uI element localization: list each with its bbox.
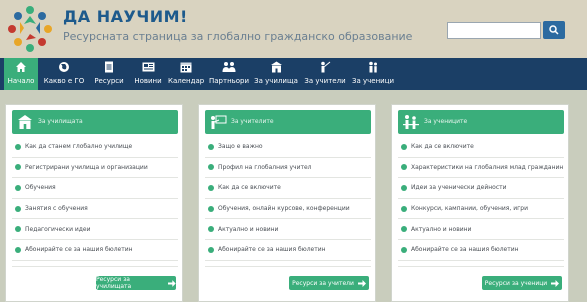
list-item[interactable]: Актуално и новини xyxy=(398,219,564,240)
resources-button[interactable]: Ресурси за учители xyxy=(289,276,369,290)
panel-schools: За училищата Как да станем глобално учил… xyxy=(5,104,183,302)
nav-label: Календар xyxy=(168,77,205,85)
nav-item-partners[interactable]: Партньори xyxy=(209,58,249,90)
nav-label: Ресурси xyxy=(94,77,124,85)
panel-students: За учениците Как да се включите Характер… xyxy=(391,104,569,302)
nav-item-what-is-ge[interactable]: Какво е ГО xyxy=(42,58,86,90)
list-item[interactable]: Занятия с обучения xyxy=(12,199,178,220)
search-button[interactable] xyxy=(543,21,565,39)
bullet-icon xyxy=(15,143,21,150)
button-label: Ресурси за учители xyxy=(292,279,354,287)
panel-divider xyxy=(12,266,178,267)
list-item[interactable]: Обучения, онлайн курсове, конференции xyxy=(205,199,371,220)
bullet-icon xyxy=(208,164,214,171)
panel-teachers: За учителите Защо е важно Профил на глоб… xyxy=(198,104,376,302)
panel-header: За учителите xyxy=(205,110,371,134)
list-item[interactable]: Профил на глобалния учител xyxy=(205,158,371,179)
panel-link-list: Как да станем глобално училище Регистрир… xyxy=(12,137,178,261)
panel-divider xyxy=(398,266,564,267)
search-icon xyxy=(549,25,559,35)
panel-header: За учениците xyxy=(398,110,564,134)
nav-item-for-students[interactable]: За ученици xyxy=(351,58,395,90)
arrow-right-icon xyxy=(168,279,176,287)
people-icon xyxy=(222,62,236,72)
nav-label: Начало xyxy=(7,77,35,85)
bullet-icon xyxy=(208,246,214,253)
students-icon xyxy=(403,115,419,129)
school-icon xyxy=(18,115,32,129)
bullet-icon xyxy=(401,226,407,233)
list-item[interactable]: Абонирайте се за нашия бюлетин xyxy=(205,240,371,261)
arrow-right-icon xyxy=(551,279,560,287)
students-icon xyxy=(369,61,377,73)
list-item[interactable]: Характеристики на глобалния млад граждан… xyxy=(398,158,564,179)
nav-item-for-schools[interactable]: За училища xyxy=(254,58,298,90)
bullet-icon xyxy=(401,143,407,150)
school-icon xyxy=(270,61,282,73)
teacher-icon xyxy=(211,115,227,129)
button-label: Ресурси за училищата xyxy=(96,276,132,290)
list-item[interactable]: Абонирайте се за нашия бюлетин xyxy=(398,240,564,261)
list-item[interactable]: Обучения xyxy=(12,178,178,199)
nav-label: За учители xyxy=(304,77,346,85)
bullet-icon xyxy=(208,226,214,233)
list-item[interactable]: Как да се включите xyxy=(398,137,564,158)
panel-title: За учениците xyxy=(424,118,468,125)
bullet-icon xyxy=(401,164,407,171)
panel-title: За училищата xyxy=(38,118,83,125)
nav-item-home[interactable]: Начало xyxy=(4,58,38,90)
bullet-icon xyxy=(15,205,21,212)
arrow-right-icon xyxy=(357,279,366,287)
bullet-icon xyxy=(401,184,407,191)
resources-button[interactable]: Ресурси за ученици xyxy=(482,276,562,290)
list-item[interactable]: Конкурси, кампании, обучения, игри xyxy=(398,199,564,220)
home-icon xyxy=(16,62,26,72)
site-title[interactable]: ДА НАУЧИМ! xyxy=(63,7,188,26)
panel-divider xyxy=(205,266,371,267)
newspaper-icon xyxy=(142,62,154,72)
nav-label: Партньори xyxy=(209,77,250,85)
button-label: Ресурси за ученици xyxy=(484,279,548,287)
nav-label: Новини xyxy=(134,77,162,85)
site-subtitle: Ресурсната страница за глобално гражданс… xyxy=(63,30,413,43)
list-item[interactable]: Как да станем глобално училище xyxy=(12,137,178,158)
main-nav: Начало Какво е ГО Ресурси Новини Календа… xyxy=(0,58,587,90)
panel-link-list: Как да се включите Характеристики на гло… xyxy=(398,137,564,261)
bullet-icon xyxy=(15,246,21,253)
bullet-icon xyxy=(15,184,21,191)
bullet-icon xyxy=(208,184,214,191)
list-item[interactable]: Регистрирани училища и организации xyxy=(12,158,178,179)
panel-header: За училищата xyxy=(12,110,178,134)
globe-icon xyxy=(59,62,69,72)
panel-link-list: Защо е важно Профил на глобалния учител … xyxy=(205,137,371,261)
bullet-icon xyxy=(208,205,214,212)
nav-label: Какво е ГО xyxy=(43,77,85,85)
people-circle-logo[interactable] xyxy=(6,4,54,54)
panel-title: За учителите xyxy=(231,118,274,125)
list-item[interactable]: Идеи за ученически дейности xyxy=(398,178,564,199)
list-item[interactable]: Педагогически идеи xyxy=(12,219,178,240)
list-item[interactable]: Как да се включите xyxy=(205,178,371,199)
document-icon xyxy=(105,61,113,73)
nav-item-news[interactable]: Новини xyxy=(131,58,165,90)
bullet-icon xyxy=(15,226,21,233)
site-header: ДА НАУЧИМ! Ресурсната страница за глобал… xyxy=(0,0,587,58)
nav-label: За ученици xyxy=(351,77,395,85)
search-input[interactable] xyxy=(447,22,541,39)
bullet-icon xyxy=(401,205,407,212)
bullet-icon xyxy=(208,143,214,150)
nav-item-resources[interactable]: Ресурси xyxy=(90,58,128,90)
resources-button[interactable]: Ресурси за училищата xyxy=(96,276,176,290)
list-item[interactable]: Защо е важно xyxy=(205,137,371,158)
bullet-icon xyxy=(401,246,407,253)
list-item[interactable]: Абонирайте се за нашия бюлетин xyxy=(12,240,178,261)
calendar-icon xyxy=(180,62,192,73)
nav-item-calendar[interactable]: Календар xyxy=(168,58,204,90)
list-item[interactable]: Актуално и новини xyxy=(205,219,371,240)
teacher-icon xyxy=(321,61,331,73)
nav-label: За училища xyxy=(254,77,298,85)
bullet-icon xyxy=(15,164,21,171)
nav-item-for-teachers[interactable]: За учители xyxy=(303,58,347,90)
